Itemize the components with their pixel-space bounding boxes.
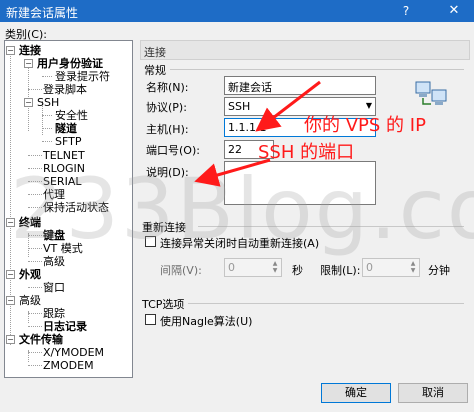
tree-item-file-transfer[interactable]: 文件传输 <box>19 333 63 346</box>
tree-line <box>28 313 42 314</box>
collapse-icon[interactable]: − <box>6 46 15 55</box>
tree-line <box>28 352 42 353</box>
tree-item-sftp[interactable]: SFTP <box>55 135 81 148</box>
limit-label: 限制(L): <box>320 264 361 277</box>
tree-line <box>28 261 42 262</box>
tree-item-window[interactable]: 窗口 <box>43 281 65 294</box>
help-icon[interactable]: ? <box>396 2 416 20</box>
tree-item-tunnel[interactable]: 隧道 <box>55 122 77 135</box>
tree-item-trace[interactable]: 跟踪 <box>43 307 65 320</box>
watermark: 233Blog.com <box>10 160 474 258</box>
ip-annotation: 你的 VPS 的 IP <box>304 115 426 136</box>
tree-line <box>42 128 52 129</box>
tree-line <box>28 155 42 156</box>
group-divider <box>170 69 464 70</box>
host-label: 主机(H): <box>146 123 189 136</box>
tree-line <box>42 141 52 142</box>
tree-item-security[interactable]: 安全性 <box>55 109 88 122</box>
cancel-button[interactable]: 取消 <box>398 383 468 403</box>
tree-item-ssh[interactable]: SSH <box>37 96 59 109</box>
tree-item-login-prompt[interactable]: 登录提示符 <box>55 70 110 83</box>
close-icon[interactable]: ✕ <box>442 2 466 20</box>
name-label: 名称(N): <box>146 81 189 94</box>
chevron-down-icon: ▼ <box>365 101 372 110</box>
tree-line <box>42 76 52 77</box>
tree-item-zmodem[interactable]: ZMODEM <box>43 359 94 372</box>
collapse-icon[interactable]: − <box>6 335 15 344</box>
tree-line <box>28 63 29 131</box>
tree-line <box>28 287 42 288</box>
collapse-icon[interactable]: − <box>24 59 33 68</box>
tree-item-log[interactable]: 日志记录 <box>43 320 87 333</box>
name-input[interactable]: 新建会话 <box>224 76 376 95</box>
tcp-group-label: TCP选项 <box>142 298 185 311</box>
group-divider <box>188 303 464 304</box>
interval-label: 间隔(V): <box>160 264 202 277</box>
tree-line <box>28 365 42 366</box>
port-annotation: SSH 的端口 <box>258 142 355 163</box>
tree-item-appearance[interactable]: 外观 <box>19 268 41 281</box>
protocol-value: SSH <box>228 100 251 113</box>
protocol-label: 协议(P): <box>146 101 187 114</box>
tree-line <box>42 115 52 116</box>
tree-line <box>28 89 42 90</box>
tree-item-advanced[interactable]: 高级 <box>19 294 41 307</box>
port-label: 端口号(O): <box>146 144 200 157</box>
panel-title: 连接 <box>144 46 166 59</box>
tree-item-login-script[interactable]: 登录脚本 <box>43 83 87 96</box>
panel-header: 连接 <box>140 40 470 60</box>
tree-item-user-auth[interactable]: 用户身份验证 <box>37 57 103 70</box>
minutes-label: 分钟 <box>428 264 450 277</box>
collapse-icon[interactable]: − <box>6 270 15 279</box>
general-group-label: 常规 <box>144 64 166 77</box>
spin-arrows-icon[interactable]: ▲ ▼ <box>270 260 280 274</box>
nagle-checkbox[interactable] <box>145 314 156 325</box>
seconds-label: 秒 <box>292 264 303 277</box>
tree-item-connection[interactable]: 连接 <box>19 44 41 57</box>
tree-line <box>28 326 42 327</box>
spin-arrows-icon[interactable]: ▲ ▼ <box>408 260 418 274</box>
network-computers-icon <box>415 81 447 105</box>
title-bar: 新建会话属性 ? ✕ <box>0 0 474 22</box>
window-title: 新建会话属性 <box>6 6 79 20</box>
collapse-icon[interactable]: − <box>6 296 15 305</box>
tree-item-xymodem[interactable]: X/YMODEM <box>43 346 104 359</box>
collapse-icon[interactable]: − <box>24 98 33 107</box>
ok-button[interactable]: 确定 <box>321 383 391 403</box>
nagle-label: 使用Nagle算法(U) <box>160 315 253 328</box>
